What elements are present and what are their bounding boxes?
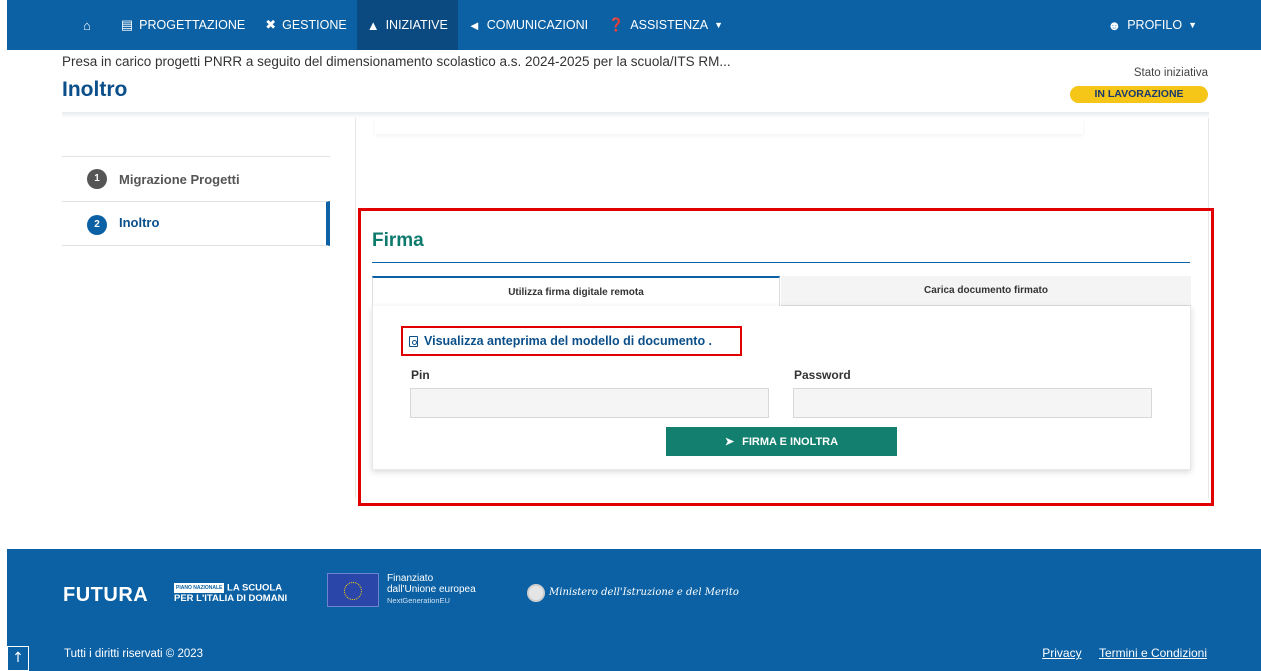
nav-gestione[interactable]: ✖ GESTIONE (255, 0, 357, 50)
nav-comunicazioni-label: COMUNICAZIONI (486, 18, 589, 32)
eu-funding-text: Finanziato dall'Unione europea NextGener… (387, 573, 476, 606)
tab-firma-remota[interactable]: Utilizza firma digitale remota (372, 276, 780, 306)
eu-flag-icon (327, 573, 379, 607)
nav-iniziative-label: INIZIATIVE (385, 18, 448, 32)
chevron-down-icon: ▼ (714, 20, 724, 30)
section-title: Firma (372, 230, 424, 251)
futura-tag-small: PIANO NAZIONALE (174, 583, 225, 593)
nav-progettazione-label: PROGETTAZIONE (139, 18, 246, 32)
tools-icon: ✖ (265, 17, 277, 32)
nav-progettazione[interactable]: ▤ PROGETTAZIONE (111, 0, 255, 50)
eu-line-2: dall'Unione europea (387, 584, 476, 595)
nav-assistenza-label: ASSISTENZA (630, 18, 709, 32)
profile-label: PROFILO (1127, 18, 1183, 32)
step-migrazione-progetti[interactable]: 1 Migrazione Progetti (62, 156, 330, 201)
preview-link-label: Visualizza anteprima del modello di docu… (424, 334, 706, 348)
step-inoltro[interactable]: 2 Inoltro (62, 201, 330, 246)
status-badge: IN LAVORAZIONE (1070, 86, 1208, 103)
content-card (375, 118, 1083, 134)
pdf-file-icon (409, 335, 418, 347)
privacy-link[interactable]: Privacy (1042, 646, 1081, 660)
preview-link-dot: . (705, 334, 713, 348)
status-label: Stato iniziativa (1133, 67, 1208, 79)
futura-tagline: PIANO NAZIONALE LA SCUOLA PER L'ITALIA D… (174, 583, 287, 604)
megaphone-icon: ◄ (467, 17, 481, 33)
tab-carica-documento[interactable]: Carica documento firmato (781, 276, 1191, 306)
initiative-subtitle: Presa in carico progetti PNRR a seguito … (62, 54, 731, 69)
rocket-icon: ▲ (366, 17, 380, 33)
copyright-text: Tutti i diritti riservati © 2023 (64, 648, 204, 660)
page-title: Inoltro (62, 78, 128, 101)
terms-link[interactable]: Termini e Condizioni (1099, 646, 1207, 660)
steps-sidebar: 1 Migrazione Progetti 2 Inoltro (62, 156, 330, 246)
step-number: 2 (87, 215, 107, 235)
futura-logo: FUTURA (63, 584, 149, 606)
step-number: 1 (87, 169, 107, 189)
eu-line-3: NextGenerationEU (387, 596, 450, 605)
question-icon: ❓ (608, 17, 625, 32)
section-divider (372, 262, 1190, 263)
profile-menu[interactable]: ☻ PROFILO ▼ (1098, 0, 1207, 50)
ministero-logo: Ministero dell'Istruzione e del Merito (549, 587, 739, 598)
sign-button-label: FIRMA E INOLTRA (742, 435, 839, 448)
pin-label: Pin (411, 368, 430, 382)
sign-and-submit-button[interactable]: ➤ FIRMA E INOLTRA (666, 427, 897, 456)
footer-links: Privacy Termini e Condizioni (1028, 646, 1207, 660)
step-label: Migrazione Progetti (119, 171, 240, 187)
nav-iniziative[interactable]: ▲ INIZIATIVE (356, 0, 458, 50)
send-icon: ➤ (724, 436, 735, 448)
futura-tag-2: PER L'ITALIA DI DOMANI (174, 592, 288, 604)
chevron-down-icon: ▼ (1188, 20, 1197, 30)
italian-emblem-icon (527, 584, 545, 602)
clipboard-icon: ▤ (120, 17, 134, 32)
pin-input[interactable] (410, 388, 769, 418)
nav-gestione-label: GESTIONE (282, 18, 347, 32)
left-strip (0, 0, 7, 671)
step-label: Inoltro (119, 215, 160, 230)
password-label: Password (794, 368, 851, 382)
scroll-to-top-button[interactable]: ↑ (7, 646, 29, 671)
eu-line-1: Finanziato (387, 573, 434, 584)
top-navbar: ⌂ ▤ PROGETTAZIONE ✖ GESTIONE ▲ INIZIATIV… (7, 0, 1261, 50)
preview-document-link[interactable]: Visualizza anteprima del modello di docu… (401, 326, 742, 356)
user-icon: ☻ (1107, 17, 1122, 33)
password-input[interactable] (793, 388, 1152, 418)
nav-comunicazioni[interactable]: ◄ COMUNICAZIONI (458, 0, 598, 50)
home-link[interactable]: ⌂ (69, 0, 111, 50)
nav-assistenza[interactable]: ❓ ASSISTENZA ▼ (598, 0, 733, 50)
home-icon: ⌂ (83, 17, 91, 33)
arrow-up-icon: ↑ (12, 650, 24, 666)
footer: FUTURA PIANO NAZIONALE LA SCUOLA PER L'I… (7, 549, 1261, 671)
